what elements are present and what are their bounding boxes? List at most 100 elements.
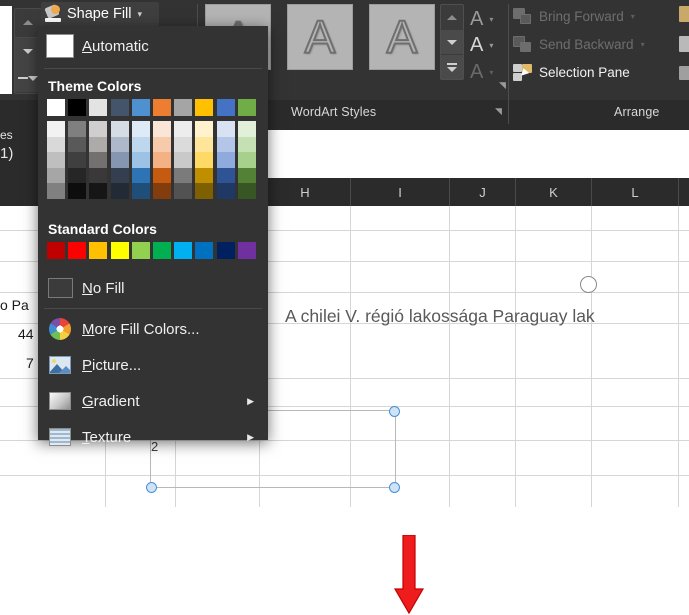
standard-color-4[interactable]	[131, 242, 150, 259]
theme-color-variant-2-0[interactable]	[47, 152, 65, 168]
theme-color-variant-0-5[interactable]	[153, 121, 171, 137]
menu-item-picture[interactable]: Picture...	[38, 347, 268, 383]
selection-pane-button[interactable]: Selection Pane	[513, 58, 630, 86]
menu-item-automatic[interactable]: Automatic	[38, 26, 268, 66]
standard-color-7[interactable]	[195, 242, 214, 259]
shape-styles-gallery-thumb[interactable]	[0, 6, 12, 94]
theme-color-variant-4-4[interactable]	[131, 183, 150, 199]
wordart-scroll-down-button[interactable]	[441, 30, 463, 54]
theme-color-variant-2-9[interactable]	[237, 152, 256, 168]
theme-color-variant-3-3[interactable]	[110, 167, 129, 183]
theme-color-variant-3-6[interactable]	[174, 167, 193, 183]
theme-color-variant-2-1[interactable]	[68, 152, 87, 168]
shape-fill-dropdown[interactable]: Automatic Theme Colors Standard Colors N…	[38, 26, 268, 446]
chart-rotation-handle[interactable]	[580, 276, 597, 293]
theme-color-variant-0-1[interactable]	[68, 121, 87, 137]
theme-color-variant-0-2[interactable]	[89, 121, 108, 137]
theme-color-base-3[interactable]	[110, 99, 129, 116]
theme-color-variant-3-4[interactable]	[131, 167, 150, 183]
theme-color-variant-1-3[interactable]	[110, 136, 129, 152]
selection-handle-top-right[interactable]	[389, 406, 400, 417]
standard-color-6[interactable]	[174, 242, 193, 259]
wordart-gallery-scroll[interactable]	[440, 4, 464, 80]
align-icon[interactable]	[679, 6, 689, 22]
chevron-down-icon[interactable]: ▾	[489, 15, 493, 24]
standard-color-1[interactable]	[68, 242, 87, 259]
theme-color-base-2[interactable]	[89, 99, 108, 116]
wordart-style-thumb-1[interactable]: A	[287, 4, 353, 70]
shape-fill-button[interactable]: Shape Fill ▾	[41, 2, 159, 26]
theme-color-variant-2-2[interactable]	[89, 152, 108, 168]
chevron-down-icon[interactable]: ▾	[137, 9, 142, 20]
theme-color-variant-4-2[interactable]	[89, 183, 108, 199]
theme-color-variant-0-4[interactable]	[131, 121, 150, 137]
theme-color-variant-4-3[interactable]	[110, 183, 129, 199]
rotate-icon[interactable]	[679, 66, 689, 80]
theme-color-variant-4-8[interactable]	[216, 183, 235, 199]
column-header-K[interactable]: K	[516, 178, 592, 206]
theme-color-variant-4-9[interactable]	[237, 183, 256, 199]
theme-color-variant-3-5[interactable]	[153, 167, 171, 183]
theme-color-variant-1-8[interactable]	[216, 136, 235, 152]
theme-color-variant-1-6[interactable]	[174, 136, 193, 152]
theme-color-variant-2-5[interactable]	[153, 152, 171, 168]
theme-color-base-7[interactable]	[195, 99, 214, 116]
theme-color-variant-4-0[interactable]	[47, 183, 65, 199]
theme-color-variant-2-8[interactable]	[216, 152, 235, 168]
theme-color-variant-4-7[interactable]	[195, 183, 214, 199]
submenu-arrow-icon[interactable]: ▶	[247, 396, 254, 407]
theme-color-variant-2-7[interactable]	[195, 152, 214, 168]
standard-color-8[interactable]	[216, 242, 235, 259]
theme-color-variant-0-6[interactable]	[174, 121, 193, 137]
chevron-down-icon[interactable]: ▾	[489, 41, 493, 50]
theme-color-variant-2-3[interactable]	[110, 152, 129, 168]
theme-color-variant-0-9[interactable]	[237, 121, 256, 137]
theme-color-variant-3-1[interactable]	[68, 167, 87, 183]
standard-color-2[interactable]	[89, 242, 108, 259]
wordart-style-thumb-2[interactable]: A	[369, 4, 435, 70]
theme-color-base-9[interactable]	[237, 99, 256, 116]
text-effects-button[interactable]: A ▾	[470, 57, 518, 87]
text-outline-button[interactable]: A ▾	[470, 30, 518, 60]
arrange-dialog-launcher[interactable]: ◥	[499, 80, 506, 91]
theme-color-base-4[interactable]	[131, 99, 150, 116]
menu-item-texture[interactable]: Texture ▶	[38, 419, 268, 455]
column-header-I[interactable]: I	[351, 178, 450, 206]
red-down-arrow-shape[interactable]	[392, 535, 426, 615]
theme-color-variant-4-5[interactable]	[153, 183, 171, 199]
theme-color-variant-0-7[interactable]	[195, 121, 214, 137]
menu-item-no-fill[interactable]: No Fill	[38, 270, 268, 306]
theme-color-base-0[interactable]	[47, 99, 65, 116]
theme-color-variant-3-9[interactable]	[237, 167, 256, 183]
standard-color-3[interactable]	[110, 242, 129, 259]
theme-color-variant-3-8[interactable]	[216, 167, 235, 183]
bring-forward-button[interactable]: Bring Forward ▾	[513, 2, 635, 30]
theme-color-variant-0-3[interactable]	[110, 121, 129, 137]
group-icon[interactable]	[679, 36, 689, 52]
menu-item-gradient[interactable]: Gradient ▶	[38, 383, 268, 419]
theme-color-variant-3-7[interactable]	[195, 167, 214, 183]
theme-color-variant-3-0[interactable]	[47, 167, 65, 183]
column-header-J[interactable]: J	[450, 178, 516, 206]
column-header-H[interactable]: H	[260, 178, 351, 206]
selection-handle-bottom-left[interactable]	[146, 482, 157, 493]
theme-color-variant-3-2[interactable]	[89, 167, 108, 183]
theme-color-variant-2-6[interactable]	[174, 152, 193, 168]
theme-color-variant-1-0[interactable]	[47, 136, 65, 152]
standard-color-5[interactable]	[153, 242, 171, 259]
submenu-arrow-icon[interactable]: ▶	[247, 432, 254, 443]
theme-color-base-6[interactable]	[174, 99, 193, 116]
theme-color-variant-1-1[interactable]	[68, 136, 87, 152]
theme-color-variant-1-9[interactable]	[237, 136, 256, 152]
theme-color-base-5[interactable]	[153, 99, 171, 116]
theme-color-base-8[interactable]	[216, 99, 235, 116]
wordart-scroll-up-button[interactable]	[441, 5, 463, 29]
standard-color-0[interactable]	[47, 242, 65, 259]
theme-color-base-1[interactable]	[68, 99, 87, 116]
menu-item-more-fill-colors[interactable]: More Fill Colors...	[38, 311, 268, 347]
theme-color-variant-0-0[interactable]	[47, 121, 65, 137]
wordart-more-button[interactable]	[441, 55, 463, 79]
wordart-dialog-launcher[interactable]: ◥	[495, 106, 502, 117]
theme-color-variant-1-7[interactable]	[195, 136, 214, 152]
theme-color-variant-2-4[interactable]	[131, 152, 150, 168]
